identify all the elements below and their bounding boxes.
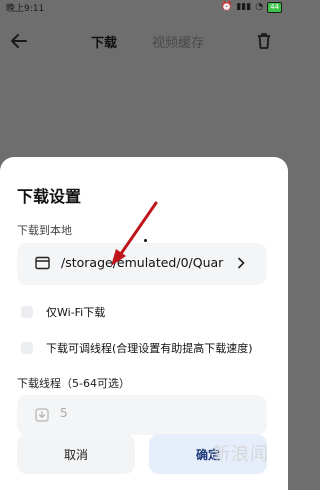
status-icons: ⏰ ▮▮▮ ◔ 44: [221, 1, 282, 13]
threads-input[interactable]: 5: [17, 395, 267, 435]
status-time: 晚上9:11: [6, 3, 45, 14]
cancel-button[interactable]: 取消: [17, 434, 135, 474]
storage-path: /storage/emulated/0/Quar: [61, 255, 224, 270]
adjustable-threads-checkbox[interactable]: [21, 342, 33, 354]
battery-icon: 44: [267, 1, 282, 13]
wifi-icon: ◔: [255, 2, 264, 12]
threads-value: 5: [60, 406, 68, 420]
storage-path-selector[interactable]: /storage/emulated/0/Quar: [17, 243, 267, 285]
status-bar: 晚上9:11 ⏰ ▮▮▮ ◔ 44: [0, 0, 288, 14]
wifi-only-label: 仅Wi-Fi下载: [46, 306, 106, 319]
sheet-title: 下载设置: [17, 187, 82, 206]
alarm-icon: ⏰: [221, 2, 233, 12]
signal-icon: ▮▮▮: [236, 2, 252, 12]
download-icon: [35, 408, 49, 422]
tab-download[interactable]: 下载: [91, 32, 117, 51]
download-location-label: 下载到本地: [17, 224, 72, 237]
wifi-only-option[interactable]: 仅Wi-Fi下载: [21, 304, 105, 320]
tab-video-cache[interactable]: 视频缓存: [152, 32, 204, 51]
back-arrow-icon[interactable]: [10, 32, 28, 50]
trash-icon[interactable]: [256, 32, 272, 50]
wifi-only-checkbox[interactable]: [21, 306, 33, 318]
folder-icon: [35, 256, 50, 270]
top-bar: 下载 视频缓存: [0, 26, 288, 56]
threads-label: 下载线程（5-64可选）: [17, 377, 130, 390]
adjustable-threads-option[interactable]: 下载可调线程(合理设置有助提高下载速度): [21, 340, 253, 356]
chevron-right-icon: [238, 257, 245, 269]
watermark-logo: 新浪闻: [212, 444, 269, 465]
cursor-dot: [144, 239, 147, 242]
adjustable-threads-label: 下载可调线程(合理设置有助提高下载速度): [46, 342, 253, 355]
